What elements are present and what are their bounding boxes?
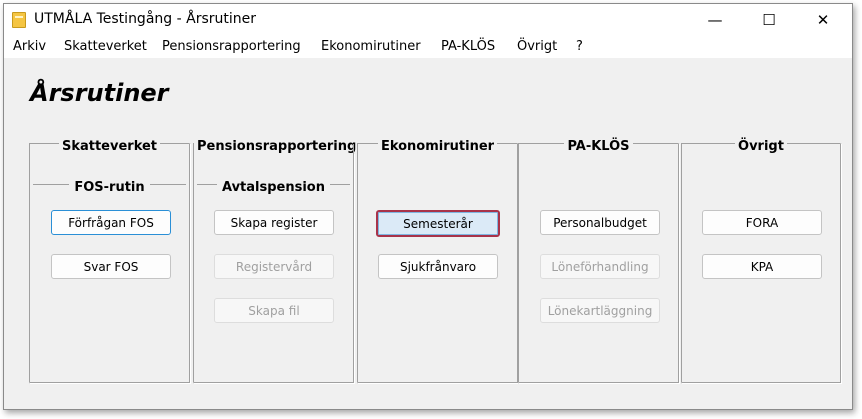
subgroup-title-avtalspension: Avtalspension [216, 180, 330, 195]
kpa-button[interactable]: KPA [702, 254, 822, 279]
semesterar-button[interactable]: Semesterår [376, 210, 500, 237]
svar-fos-button[interactable]: Svar FOS [51, 254, 171, 279]
menu-arkiv[interactable]: Arkiv [13, 39, 46, 54]
close-button[interactable]: ✕ [800, 4, 846, 36]
skapa-register-button[interactable]: Skapa register [214, 210, 334, 235]
forfragan-fos-button[interactable]: Förfrågan FOS [51, 210, 171, 235]
menu-bar: Arkiv Skatteverket Pensionsrapportering … [4, 36, 852, 58]
page-title: Årsrutiner [30, 79, 169, 107]
app-folder-icon [12, 12, 26, 28]
minimize-button[interactable]: — [692, 4, 738, 36]
personalbudget-button[interactable]: Personalbudget [540, 210, 660, 235]
menu-ovrigt[interactable]: Övrigt [517, 39, 557, 54]
menu-pensionsrapportering[interactable]: Pensionsrapportering [162, 39, 301, 54]
menu-skatteverket[interactable]: Skatteverket [64, 39, 147, 54]
subgroup-title-fos-rutin: FOS-rutin [69, 180, 150, 195]
group-pa-klos: PA-KLÖS Personalbudget Löneförhandling L… [518, 139, 680, 384]
window-title: UTMÅLA Testingång - Årsrutiner [34, 11, 256, 27]
group-title-skatteverket: Skatteverket [58, 139, 161, 154]
app-window: UTMÅLA Testingång - Årsrutiner — ☐ ✕ Ark… [3, 3, 853, 410]
menu-pa-klos[interactable]: PA-KLÖS [441, 39, 495, 54]
maximize-button[interactable]: ☐ [746, 4, 792, 36]
skapa-fil-button: Skapa fil [214, 298, 334, 323]
loneforhandling-button: Löneförhandling [540, 254, 660, 279]
group-title-pensionsrapportering: Pensionsrapportering [194, 139, 360, 154]
registervard-button: Registervård [214, 254, 334, 279]
group-ekonomirutiner: Ekonomirutiner Semesterår Sjukfrånvaro [357, 139, 519, 384]
group-skatteverket: Skatteverket FOS-rutin Förfrågan FOS Sva… [29, 139, 191, 384]
menu-ekonomirutiner[interactable]: Ekonomirutiner [321, 39, 421, 54]
lonekartlaggning-button: Lönekartläggning [540, 298, 660, 323]
sjukfranvaro-button[interactable]: Sjukfrånvaro [378, 254, 498, 279]
group-title-ovrigt: Övrigt [735, 139, 787, 154]
fora-button[interactable]: FORA [702, 210, 822, 235]
group-pensionsrapportering: Pensionsrapportering Avtalspension Skapa… [193, 139, 360, 384]
group-title-ekonomirutiner: Ekonomirutiner [377, 139, 498, 154]
menu-help[interactable]: ? [576, 39, 583, 54]
title-bar[interactable]: UTMÅLA Testingång - Årsrutiner — ☐ ✕ [4, 4, 852, 36]
group-title-pa-klos: PA-KLÖS [564, 139, 633, 154]
group-ovrigt: Övrigt FORA KPA [681, 139, 842, 384]
